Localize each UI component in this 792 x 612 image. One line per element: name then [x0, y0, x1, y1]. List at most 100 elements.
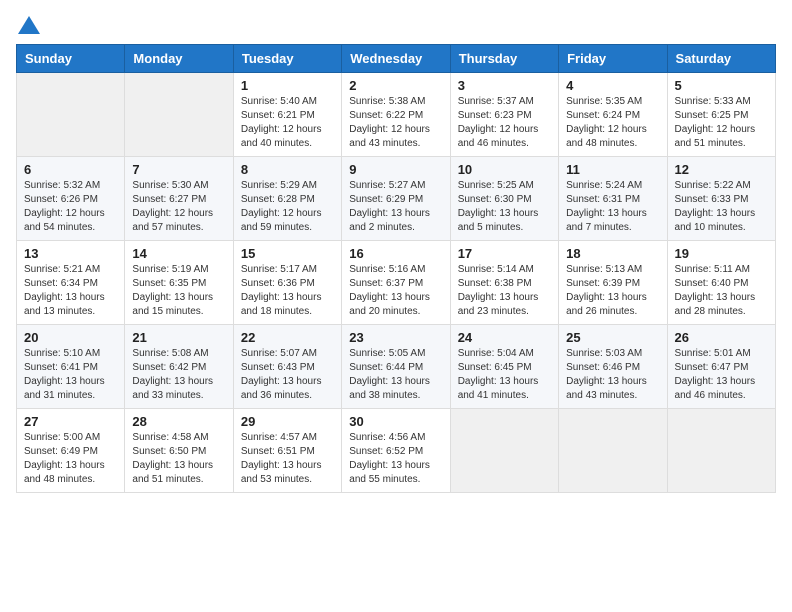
day-number: 9 [349, 162, 442, 177]
calendar-cell: 23Sunrise: 5:05 AMSunset: 6:44 PMDayligh… [342, 325, 450, 409]
calendar-week-5: 27 Sunrise: 5:00 AMSunset: 6:49 PMDayligh… [17, 409, 776, 493]
calendar-cell: 21 Sunrise: 5:08 AMSunset: 6:42 PMDayligh… [125, 325, 233, 409]
day-detail: Sunrise: 4:57 AMSunset: 6:51 PMDaylight:… [241, 431, 334, 487]
day-detail: Sunrise: 5:37 AMSunset: 6:23 PMDaylight:… [458, 95, 551, 151]
day-number: 17 [458, 246, 551, 261]
calendar-cell: 18 Sunrise: 5:13 AMSunset: 6:39 PMDayligh… [559, 241, 667, 325]
calendar-cell: 20 Sunrise: 5:10 AMSunset: 6:41 PMDayligh… [17, 325, 125, 409]
day-number: 4 [566, 78, 659, 93]
calendar-cell: 9 Sunrise: 5:27 AMSunset: 6:29 PMDaylight… [342, 157, 450, 241]
day-detail: Sunrise: 5:03 AMSunset: 6:46 PMDaylight:… [566, 347, 659, 403]
day-detail: Sunrise: 5:32 AMSunset: 6:26 PMDaylight:… [24, 179, 117, 235]
col-header-wednesday: Wednesday [342, 45, 450, 73]
day-detail: Sunrise: 5:35 AMSunset: 6:24 PMDaylight:… [566, 95, 659, 151]
day-number: 6 [24, 162, 117, 177]
calendar-cell: 17 Sunrise: 5:14 AMSunset: 6:38 PMDayligh… [450, 241, 558, 325]
calendar-cell: 10 Sunrise: 5:25 AMSunset: 6:30 PMDayligh… [450, 157, 558, 241]
day-number: 7 [132, 162, 225, 177]
calendar-cell: 14 Sunrise: 5:19 AMSunset: 6:35 PMDayligh… [125, 241, 233, 325]
day-number: 3 [458, 78, 551, 93]
calendar-cell: 7 Sunrise: 5:30 AMSunset: 6:27 PMDaylight… [125, 157, 233, 241]
day-number: 21 [132, 330, 225, 345]
calendar-cell: 8 Sunrise: 5:29 AMSunset: 6:28 PMDaylight… [233, 157, 341, 241]
day-detail: Sunrise: 5:40 AMSunset: 6:21 PMDaylight:… [241, 95, 334, 151]
calendar-cell: 2 Sunrise: 5:38 AMSunset: 6:22 PMDaylight… [342, 73, 450, 157]
calendar-week-1: 1 Sunrise: 5:40 AMSunset: 6:21 PMDaylight… [17, 73, 776, 157]
calendar-cell: 25 Sunrise: 5:03 AMSunset: 6:46 PMDayligh… [559, 325, 667, 409]
day-number: 15 [241, 246, 334, 261]
day-detail: Sunrise: 5:17 AMSunset: 6:36 PMDaylight:… [241, 263, 334, 319]
day-number: 2 [349, 78, 442, 93]
calendar-cell [667, 409, 775, 493]
calendar-week-2: 6 Sunrise: 5:32 AMSunset: 6:26 PMDaylight… [17, 157, 776, 241]
logo-icon [18, 16, 40, 34]
calendar-cell: 5 Sunrise: 5:33 AMSunset: 6:25 PMDaylight… [667, 73, 775, 157]
day-detail: Sunrise: 5:24 AMSunset: 6:31 PMDaylight:… [566, 179, 659, 235]
calendar-cell: 3 Sunrise: 5:37 AMSunset: 6:23 PMDaylight… [450, 73, 558, 157]
day-detail: Sunrise: 5:30 AMSunset: 6:27 PMDaylight:… [132, 179, 225, 235]
calendar-table: SundayMondayTuesdayWednesdayThursdayFrid… [16, 44, 776, 493]
day-number: 13 [24, 246, 117, 261]
col-header-tuesday: Tuesday [233, 45, 341, 73]
day-detail: Sunrise: 4:58 AMSunset: 6:50 PMDaylight:… [132, 431, 225, 487]
day-number: 1 [241, 78, 334, 93]
day-detail: Sunrise: 5:19 AMSunset: 6:35 PMDaylight:… [132, 263, 225, 319]
day-detail: Sunrise: 5:21 AMSunset: 6:34 PMDaylight:… [24, 263, 117, 319]
day-number: 24 [458, 330, 551, 345]
day-detail: Sunrise: 5:13 AMSunset: 6:39 PMDaylight:… [566, 263, 659, 319]
calendar-cell: 1 Sunrise: 5:40 AMSunset: 6:21 PMDaylight… [233, 73, 341, 157]
day-detail: Sunrise: 5:33 AMSunset: 6:25 PMDaylight:… [675, 95, 768, 151]
day-number: 28 [132, 414, 225, 429]
day-detail: Sunrise: 5:29 AMSunset: 6:28 PMDaylight:… [241, 179, 334, 235]
calendar-cell [17, 73, 125, 157]
calendar-cell: 30 Sunrise: 4:56 AMSunset: 6:52 PMDayligh… [342, 409, 450, 493]
day-number: 8 [241, 162, 334, 177]
day-detail: Sunrise: 5:27 AMSunset: 6:29 PMDaylight:… [349, 179, 442, 235]
day-detail: Sunrise: 5:25 AMSunset: 6:30 PMDaylight:… [458, 179, 551, 235]
day-number: 27 [24, 414, 117, 429]
day-detail: Sunrise: 5:38 AMSunset: 6:22 PMDaylight:… [349, 95, 442, 151]
header-row: SundayMondayTuesdayWednesdayThursdayFrid… [17, 45, 776, 73]
calendar-cell: 26Sunrise: 5:01 AMSunset: 6:47 PMDayligh… [667, 325, 775, 409]
day-detail: Sunrise: 5:05 AMSunset: 6:44 PMDaylight:… [349, 347, 442, 403]
logo [16, 16, 40, 34]
day-number: 22 [241, 330, 334, 345]
calendar-week-4: 20 Sunrise: 5:10 AMSunset: 6:41 PMDayligh… [17, 325, 776, 409]
col-header-saturday: Saturday [667, 45, 775, 73]
calendar-cell: 24 Sunrise: 5:04 AMSunset: 6:45 PMDayligh… [450, 325, 558, 409]
day-number: 20 [24, 330, 117, 345]
calendar-cell: 13 Sunrise: 5:21 AMSunset: 6:34 PMDayligh… [17, 241, 125, 325]
calendar-cell: 29Sunrise: 4:57 AMSunset: 6:51 PMDayligh… [233, 409, 341, 493]
calendar-cell: 22 Sunrise: 5:07 AMSunset: 6:43 PMDayligh… [233, 325, 341, 409]
calendar-cell [450, 409, 558, 493]
day-number: 11 [566, 162, 659, 177]
day-detail: Sunrise: 5:14 AMSunset: 6:38 PMDaylight:… [458, 263, 551, 319]
day-number: 19 [675, 246, 768, 261]
col-header-thursday: Thursday [450, 45, 558, 73]
calendar-cell: 28 Sunrise: 4:58 AMSunset: 6:50 PMDayligh… [125, 409, 233, 493]
day-detail: Sunrise: 5:00 AMSunset: 6:49 PMDaylight:… [24, 431, 117, 487]
page-header [16, 16, 776, 34]
day-detail: Sunrise: 5:10 AMSunset: 6:41 PMDaylight:… [24, 347, 117, 403]
calendar-cell: 12Sunrise: 5:22 AMSunset: 6:33 PMDayligh… [667, 157, 775, 241]
calendar-week-3: 13 Sunrise: 5:21 AMSunset: 6:34 PMDayligh… [17, 241, 776, 325]
day-detail: Sunrise: 4:56 AMSunset: 6:52 PMDaylight:… [349, 431, 442, 487]
day-number: 5 [675, 78, 768, 93]
day-detail: Sunrise: 5:11 AMSunset: 6:40 PMDaylight:… [675, 263, 768, 319]
day-number: 10 [458, 162, 551, 177]
col-header-friday: Friday [559, 45, 667, 73]
calendar-cell: 15 Sunrise: 5:17 AMSunset: 6:36 PMDayligh… [233, 241, 341, 325]
day-number: 26 [675, 330, 768, 345]
day-number: 30 [349, 414, 442, 429]
day-number: 18 [566, 246, 659, 261]
calendar-cell: 4 Sunrise: 5:35 AMSunset: 6:24 PMDaylight… [559, 73, 667, 157]
day-number: 25 [566, 330, 659, 345]
calendar-cell [559, 409, 667, 493]
day-detail: Sunrise: 5:04 AMSunset: 6:45 PMDaylight:… [458, 347, 551, 403]
day-number: 14 [132, 246, 225, 261]
day-detail: Sunrise: 5:07 AMSunset: 6:43 PMDaylight:… [241, 347, 334, 403]
day-detail: Sunrise: 5:08 AMSunset: 6:42 PMDaylight:… [132, 347, 225, 403]
calendar-cell: 6 Sunrise: 5:32 AMSunset: 6:26 PMDaylight… [17, 157, 125, 241]
calendar-cell: 27 Sunrise: 5:00 AMSunset: 6:49 PMDayligh… [17, 409, 125, 493]
day-detail: Sunrise: 5:22 AMSunset: 6:33 PMDaylight:… [675, 179, 768, 235]
